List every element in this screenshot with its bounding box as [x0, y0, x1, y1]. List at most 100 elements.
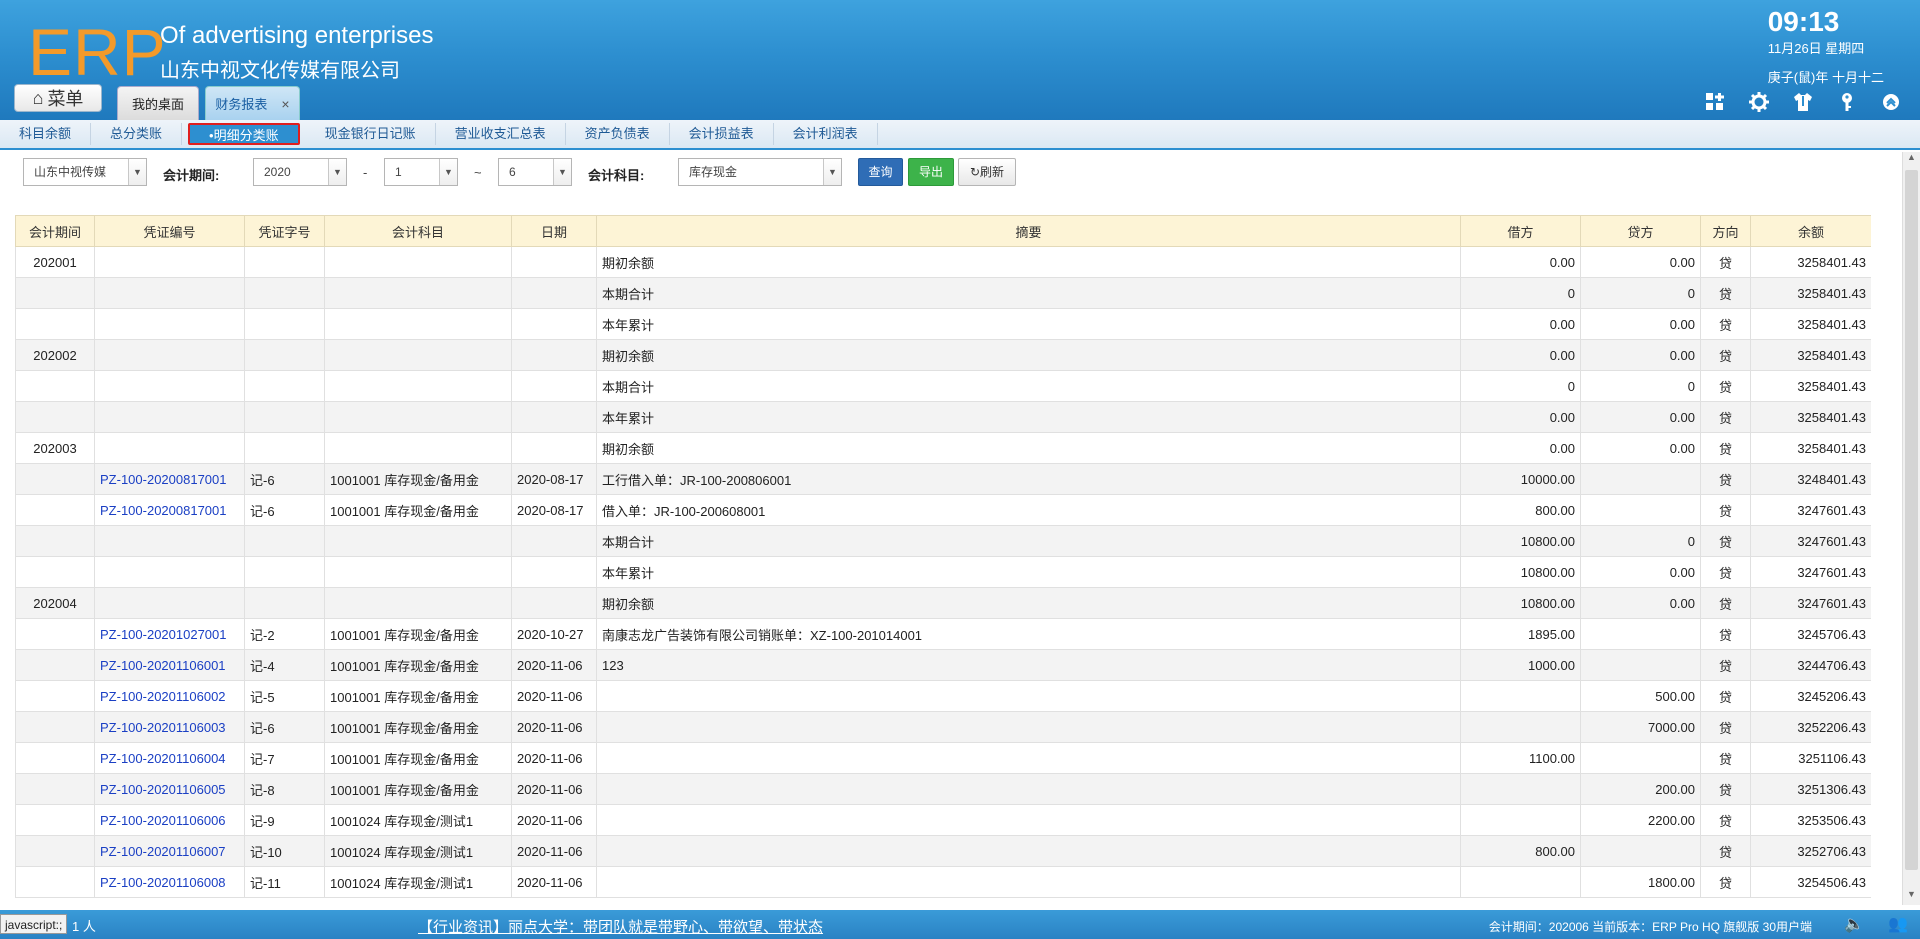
table-row[interactable]: PZ-100-20201106005 记-8 1001001 库存现金/备用金 202…: [15, 773, 1871, 805]
add-window-icon[interactable]: [1704, 92, 1726, 114]
period-cell: [15, 494, 95, 526]
table-row[interactable]: PZ-100-20201106008 记-11 1001024 库存现金/测试1 20…: [15, 866, 1871, 898]
subnav-income-expense-summary[interactable]: 营业收支汇总表: [436, 123, 566, 145]
column-header[interactable]: 凭证字号: [244, 215, 325, 247]
column-header[interactable]: 摘要: [596, 215, 1461, 247]
voucher-no-cell[interactable]: PZ-100-20201106003: [94, 711, 245, 743]
scrollbar-thumb[interactable]: [1905, 170, 1918, 870]
period-cell: [15, 277, 95, 309]
voucher-no-cell[interactable]: PZ-100-20201106004: [94, 742, 245, 774]
period-cell: [15, 742, 95, 774]
company-select[interactable]: 山东中视传媒 ▼: [23, 158, 147, 186]
subject-cell: 1001001 库存现金/备用金: [324, 494, 512, 526]
news-link[interactable]: 【行业资讯】丽点大学：带团队就是带野心、带欲望、带状态: [418, 916, 823, 937]
period-cell: [15, 618, 95, 650]
voucher-no-cell: [94, 401, 245, 433]
voucher-no-cell[interactable]: PZ-100-20201027001: [94, 618, 245, 650]
voucher-no-cell[interactable]: PZ-100-20200817001: [94, 463, 245, 495]
table-row[interactable]: PZ-100-20201106006 记-9 1001024 库存现金/测试1 202…: [15, 804, 1871, 836]
refresh-button[interactable]: ↻刷新: [958, 158, 1016, 186]
key-icon[interactable]: [1836, 92, 1858, 114]
subnav-detail-ledger[interactable]: •明细分类账: [188, 123, 300, 145]
vertical-scrollbar[interactable]: ▲ ▼: [1902, 152, 1920, 905]
month-to-select[interactable]: 6 ▼: [498, 158, 572, 186]
report-subnav: 科目余额 总分类账 •明细分类账 现金银行日记账 营业收支汇总表 资产负债表 会…: [0, 120, 1920, 150]
balance-cell: 3247601.43: [1750, 556, 1871, 588]
table-row[interactable]: 202004 期初余额 10800.00 0.00 贷 3247601.43: [15, 587, 1871, 619]
column-header[interactable]: 方向: [1700, 215, 1751, 247]
menu-button[interactable]: ⌂ 菜单: [14, 84, 102, 112]
toolbar-icons: [1704, 92, 1902, 114]
table-row[interactable]: 本期合计 10800.00 0 贷 3247601.43: [15, 525, 1871, 557]
column-header[interactable]: 余额: [1750, 215, 1871, 247]
export-button[interactable]: 导出: [908, 158, 954, 186]
table-row[interactable]: PZ-100-20200817001 记-6 1001001 库存现金/备用金 202…: [15, 494, 1871, 526]
subject-select[interactable]: 库存现金 ▼: [678, 158, 842, 186]
voucher-no-cell[interactable]: PZ-100-20201106001: [94, 649, 245, 681]
table-row[interactable]: PZ-100-20201106007 记-10 1001024 库存现金/测试1 20…: [15, 835, 1871, 867]
users-icon[interactable]: 👥: [1888, 914, 1908, 934]
table-row[interactable]: 202003 期初余额 0.00 0.00 贷 3258401.43: [15, 432, 1871, 464]
table-row[interactable]: 202001 期初余额 0.00 0.00 贷 3258401.43: [15, 246, 1871, 278]
voucher-no-cell[interactable]: PZ-100-20201106007: [94, 835, 245, 867]
subject-cell: [324, 339, 512, 371]
subject-cell: 1001001 库存现金/备用金: [324, 711, 512, 743]
date-cell: 2020-08-17: [511, 463, 597, 495]
close-icon[interactable]: ×: [281, 96, 289, 112]
summary-cell: [596, 804, 1461, 836]
column-header[interactable]: 会计科目: [324, 215, 512, 247]
scroll-down-icon[interactable]: ▼: [1903, 889, 1920, 905]
column-header[interactable]: 借方: [1460, 215, 1581, 247]
speaker-icon[interactable]: 🔈: [1844, 914, 1864, 934]
table-row[interactable]: PZ-100-20201027001 记-2 1001001 库存现金/备用金 202…: [15, 618, 1871, 650]
scroll-up-icon[interactable]: ▲: [1903, 152, 1920, 168]
month-from-select[interactable]: 1 ▼: [384, 158, 458, 186]
table-row[interactable]: 本年累计 0.00 0.00 贷 3258401.43: [15, 308, 1871, 340]
subnav-subject-balance[interactable]: 科目余额: [0, 123, 92, 145]
voucher-no-cell[interactable]: PZ-100-20201106006: [94, 804, 245, 836]
voucher-no-cell[interactable]: PZ-100-20201106008: [94, 866, 245, 898]
shirt-icon[interactable]: [1792, 92, 1814, 114]
clock-time: 09:13: [1767, 6, 1840, 37]
table-row[interactable]: PZ-100-20200817001 记-6 1001001 库存现金/备用金 202…: [15, 463, 1871, 495]
table-row[interactable]: 本年累计 0.00 0.00 贷 3258401.43: [15, 401, 1871, 433]
subject-cell: [324, 525, 512, 557]
tab-financial-reports[interactable]: 财务报表 ×: [205, 86, 300, 120]
table-row[interactable]: PZ-100-20201106003 记-6 1001001 库存现金/备用金 202…: [15, 711, 1871, 743]
voucher-no-cell[interactable]: PZ-100-20200817001: [94, 494, 245, 526]
direction-cell: 贷: [1700, 308, 1751, 340]
debit-cell: 0.00: [1460, 432, 1581, 464]
column-header[interactable]: 贷方: [1580, 215, 1701, 247]
date-cell: 2020-11-06: [511, 649, 597, 681]
voucher-no-cell[interactable]: PZ-100-20201106002: [94, 680, 245, 712]
credit-cell: 0.00: [1580, 246, 1701, 278]
table-row[interactable]: 202002 期初余额 0.00 0.00 贷 3258401.43: [15, 339, 1871, 371]
year-select[interactable]: 2020 ▼: [253, 158, 347, 186]
period-label: 会计期间:: [163, 168, 220, 183]
period-cell: [15, 866, 95, 898]
table-row[interactable]: 本年累计 10800.00 0.00 贷 3247601.43: [15, 556, 1871, 588]
date-cell: [511, 432, 597, 464]
subject-select-value: 库存现金: [689, 165, 738, 179]
subnav-profit-loss[interactable]: 会计损益表: [670, 123, 774, 145]
collapse-icon[interactable]: [1880, 92, 1902, 114]
subnav-cash-bank-journal[interactable]: 现金银行日记账: [306, 123, 436, 145]
subnav-general-ledger[interactable]: 总分类账: [91, 123, 183, 145]
table-row[interactable]: 本期合计 0 0 贷 3258401.43: [15, 370, 1871, 402]
table-row[interactable]: 本期合计 0 0 贷 3258401.43: [15, 277, 1871, 309]
subnav-profit-statement[interactable]: 会计利润表: [774, 123, 878, 145]
column-header[interactable]: 会计期间: [15, 215, 95, 247]
column-header[interactable]: 日期: [511, 215, 597, 247]
gear-icon[interactable]: [1748, 92, 1770, 114]
table-row[interactable]: PZ-100-20201106001 记-4 1001001 库存现金/备用金 202…: [15, 649, 1871, 681]
subnav-balance-sheet[interactable]: 资产负债表: [566, 123, 670, 145]
table-row[interactable]: PZ-100-20201106004 记-7 1001001 库存现金/备用金 202…: [15, 742, 1871, 774]
query-button[interactable]: 查询: [858, 158, 903, 186]
table-row[interactable]: PZ-100-20201106002 记-5 1001001 库存现金/备用金 202…: [15, 680, 1871, 712]
voucher-word-cell: 记-6: [244, 463, 325, 495]
subject-cell: [324, 432, 512, 464]
tab-my-desktop[interactable]: 我的桌面: [117, 86, 199, 120]
column-header[interactable]: 凭证编号: [94, 215, 245, 247]
voucher-no-cell[interactable]: PZ-100-20201106005: [94, 773, 245, 805]
date-cell: [511, 587, 597, 619]
